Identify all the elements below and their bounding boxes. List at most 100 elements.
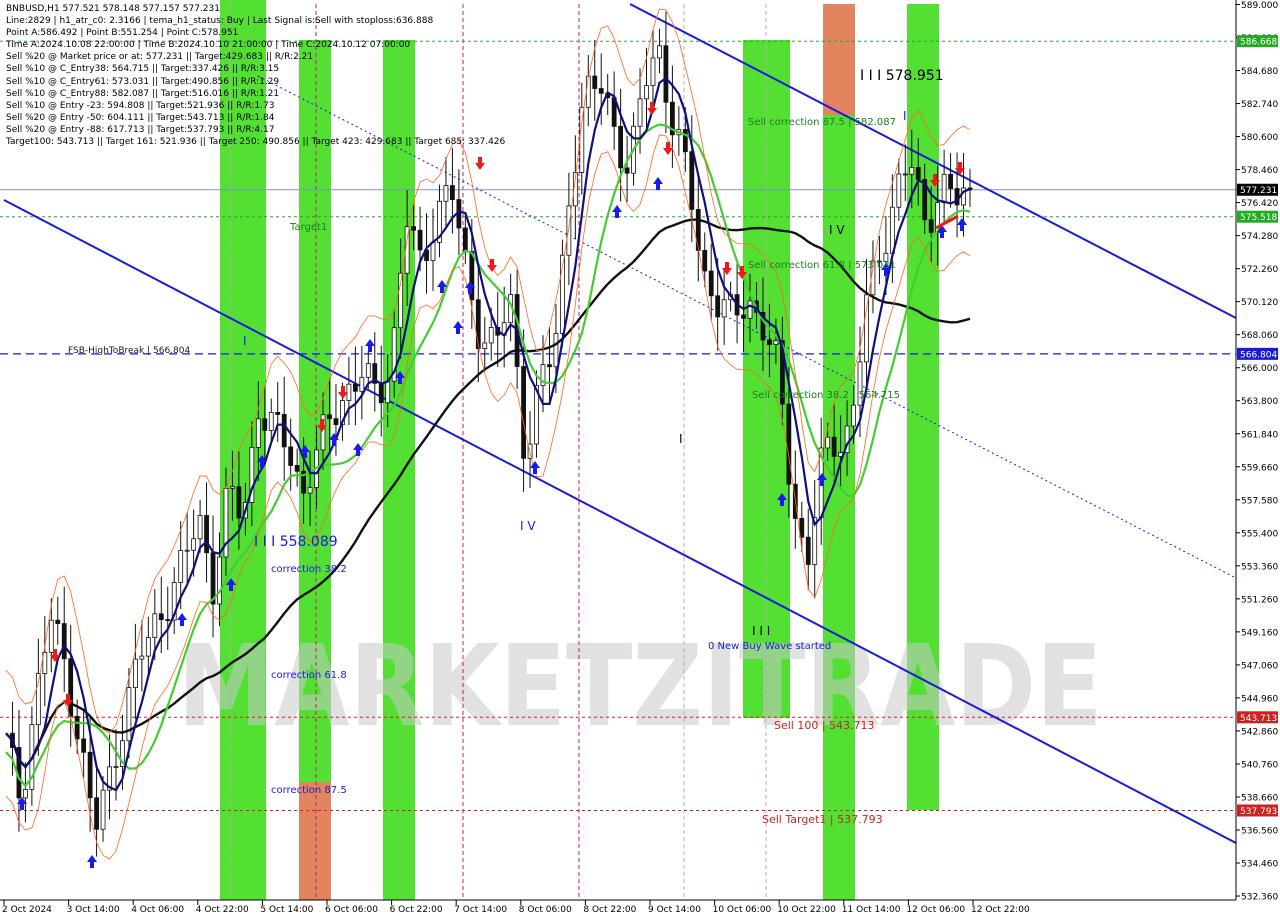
price-tick-label: 549.160 bbox=[1241, 628, 1278, 638]
buy-arrow-icon bbox=[612, 205, 622, 218]
price-tick-label: 553.360 bbox=[1241, 562, 1278, 572]
candle-body bbox=[450, 185, 455, 200]
candle-body bbox=[217, 556, 222, 605]
buy-arrow-icon bbox=[365, 339, 375, 352]
chart-annotation: Sell correction 87.5 | 582.087 bbox=[748, 117, 896, 128]
price-tick-label: 559.660 bbox=[1241, 463, 1278, 473]
candle-body bbox=[165, 619, 171, 621]
candle-body bbox=[132, 658, 138, 689]
time-axis-background bbox=[0, 900, 1280, 920]
price-tick-label: 538.660 bbox=[1241, 793, 1278, 803]
price-tick-label: 547.060 bbox=[1241, 661, 1278, 671]
candle-body bbox=[81, 738, 87, 753]
time-tick-label: 10 Oct 22:00 bbox=[777, 905, 836, 915]
candle-body bbox=[689, 151, 695, 210]
candle-body bbox=[327, 414, 332, 420]
candle-body bbox=[100, 789, 106, 830]
price-tick-label: 570.120 bbox=[1241, 298, 1278, 308]
candle-body bbox=[359, 376, 365, 392]
signal-band bbox=[299, 782, 331, 900]
candle-body bbox=[113, 766, 119, 768]
candle-body bbox=[68, 658, 74, 717]
candle-body bbox=[708, 270, 714, 297]
info-line: BNBUSD,H1 577.521 578.148 577.157 577.23… bbox=[6, 4, 220, 14]
candle-body bbox=[204, 515, 209, 554]
price-tick-label: 561.840 bbox=[1241, 430, 1278, 440]
candle-body bbox=[385, 380, 391, 404]
candle-body bbox=[365, 363, 371, 378]
info-line: Sell %10 @ C_Entry61: 573.031 || Target:… bbox=[6, 76, 280, 87]
time-tick-label: 6 Oct 22:00 bbox=[390, 905, 443, 915]
sell-arrow-icon bbox=[475, 157, 485, 170]
candle-body bbox=[799, 518, 805, 538]
info-line: Point A:586.492 | Point B:551.254 | Poin… bbox=[6, 28, 239, 39]
candle-body bbox=[773, 340, 779, 345]
buy-arrow-icon bbox=[957, 218, 967, 231]
candle-body bbox=[618, 125, 624, 169]
candle-body bbox=[767, 339, 772, 345]
chart-annotation: I I I 558.089 bbox=[254, 534, 338, 550]
time-tick-label: 4 Oct 22:00 bbox=[196, 905, 249, 915]
candle-body bbox=[585, 75, 591, 108]
price-tick-label: 563.800 bbox=[1241, 397, 1278, 407]
signal-band bbox=[823, 4, 855, 115]
chart-info-panel: BNBUSD,H1 577.521 578.148 577.157 577.23… bbox=[6, 3, 505, 148]
price-tag-label: 537.793 bbox=[1240, 807, 1277, 817]
candle-body bbox=[741, 314, 746, 319]
price-tick-label: 544.960 bbox=[1241, 694, 1278, 704]
candle-body bbox=[825, 436, 831, 449]
candle-body bbox=[152, 613, 158, 638]
candle-body bbox=[197, 515, 203, 540]
candle-body bbox=[275, 411, 281, 415]
signal-band bbox=[383, 40, 415, 900]
price-tag-label: 566.804 bbox=[1240, 350, 1277, 360]
candle-body bbox=[236, 486, 242, 519]
time-tick-label: 6 Oct 06:00 bbox=[325, 905, 378, 915]
info-line: Sell %20 @ Entry -50: 604.111 || Target:… bbox=[6, 112, 275, 123]
chart-annotation: Sell correction 38.2 | 564.715 bbox=[752, 390, 900, 401]
candle-body bbox=[579, 106, 585, 173]
price-tick-label: 566.000 bbox=[1241, 364, 1278, 374]
candle-body bbox=[663, 45, 669, 103]
candle-body bbox=[909, 167, 915, 175]
candle-body bbox=[307, 487, 313, 494]
info-line: Target100: 543.713 || Target 161: 521.93… bbox=[6, 137, 506, 148]
candle-body bbox=[475, 299, 481, 349]
candle-body bbox=[443, 185, 449, 202]
candle-body bbox=[657, 45, 662, 59]
buy-arrow-icon bbox=[453, 321, 463, 334]
chart-annotation: I bbox=[679, 432, 683, 446]
candle-body bbox=[592, 75, 598, 89]
candle-body bbox=[702, 249, 708, 272]
candle-body bbox=[158, 613, 164, 620]
candle-body bbox=[126, 687, 132, 742]
candle-body bbox=[482, 342, 488, 349]
candle-body bbox=[430, 241, 436, 261]
time-tick-label: 12 Oct 06:00 bbox=[906, 905, 965, 915]
info-line: Sell %10 @ Entry -23: 594.808 || Target:… bbox=[6, 100, 275, 111]
buy-arrow-icon bbox=[530, 461, 540, 474]
price-tag-label: 575.518 bbox=[1240, 213, 1277, 223]
time-tick-label: 2 Oct 2024 bbox=[2, 905, 52, 915]
time-tick-label: 11 Oct 14:00 bbox=[842, 905, 901, 915]
candle-body bbox=[851, 404, 856, 427]
info-line: Time A:2024.10.08 22:00:00 | Time B:2024… bbox=[6, 40, 411, 51]
candle-body bbox=[178, 550, 184, 583]
candle-body bbox=[352, 383, 358, 392]
candle-body bbox=[864, 294, 869, 363]
candle-body bbox=[915, 167, 921, 180]
sell-arrow-icon bbox=[487, 259, 497, 272]
info-line: Sell %10 @ C_Entry88: 582.087 || Target:… bbox=[6, 88, 280, 99]
chart-annotation: correction 38.2 bbox=[271, 564, 347, 575]
candle-body bbox=[902, 173, 908, 176]
candle-body bbox=[786, 403, 792, 485]
price-tag-label: 543.713 bbox=[1240, 714, 1277, 724]
price-tick-label: 557.580 bbox=[1241, 496, 1278, 506]
candle-body bbox=[682, 129, 688, 153]
candle-body bbox=[941, 173, 947, 204]
candle-body bbox=[145, 637, 151, 657]
candle-body bbox=[831, 436, 837, 457]
candle-body bbox=[488, 327, 494, 344]
price-tick-label: 540.760 bbox=[1241, 760, 1278, 770]
candle-body bbox=[411, 226, 416, 231]
